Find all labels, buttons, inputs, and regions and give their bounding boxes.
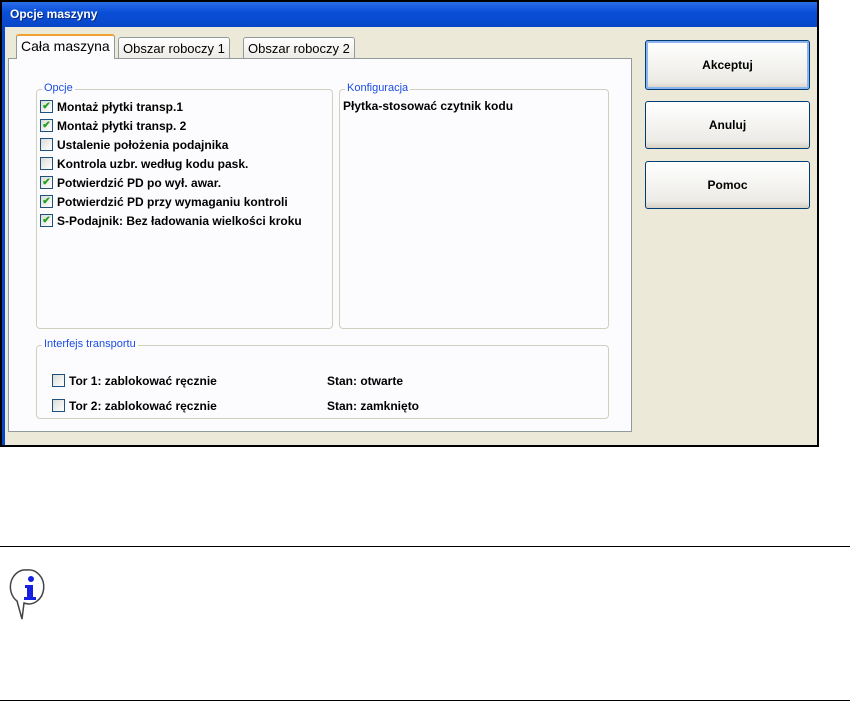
option-checkbox[interactable]: ✔ S-Podajnik: Bez ładowania wielkości kro…: [40, 211, 332, 230]
options-legend: Opcje: [42, 82, 75, 94]
lane-lock-checkbox[interactable]: [52, 374, 65, 387]
lane-status: Stan: zamknięto: [327, 398, 420, 413]
option-checkbox[interactable]: ✔ Montaż płytki transp.1: [40, 97, 332, 116]
divider: [0, 546, 850, 547]
tab-work-area-1[interactable]: Obszar roboczy 1: [118, 37, 230, 58]
lane-row: Tor 1: zablokować ręcznie Stan: otwarte: [52, 368, 419, 393]
option-checkbox[interactable]: Kontrola uzbr. według kodu pask.: [40, 154, 332, 173]
checkbox[interactable]: ✔: [40, 100, 53, 113]
transport-legend: Interfejs transportu: [42, 338, 138, 350]
option-label: Montaż płytki transp. 2: [57, 118, 187, 133]
checkbox[interactable]: [40, 157, 53, 170]
lane-label: Tor 2: zablokować ręcznie: [69, 398, 217, 413]
help-button[interactable]: Pomoc: [645, 161, 810, 209]
lane-status: Stan: otwarte: [327, 373, 404, 388]
option-checkbox[interactable]: ✔ Potwierdzić PD po wył. awar.: [40, 173, 332, 192]
tab-work-area-2[interactable]: Obszar roboczy 2: [243, 37, 355, 58]
configuration-text: Płytka-stosować czytnik kodu: [343, 99, 514, 113]
option-label: Potwierdzić PD przy wymaganiu kontroli: [57, 194, 288, 209]
configuration-group: Konfiguracja Płytka-stosować czytnik kod…: [339, 82, 609, 329]
option-label: Montaż płytki transp.1: [57, 99, 184, 114]
checkbox[interactable]: [40, 138, 53, 151]
option-checkbox[interactable]: ✔ Montaż płytki transp. 2: [40, 116, 332, 135]
lane-lock-checkbox[interactable]: [52, 399, 65, 412]
checkbox[interactable]: ✔: [40, 195, 53, 208]
option-label: Kontrola uzbr. według kodu pask.: [57, 156, 249, 171]
lane-row: Tor 2: zablokować ręcznie Stan: zamknięto: [52, 393, 419, 418]
checkbox[interactable]: ✔: [40, 214, 53, 227]
configuration-legend: Konfiguracja: [345, 82, 411, 94]
checkbox[interactable]: ✔: [40, 176, 53, 189]
option-checkbox[interactable]: ✔ Potwierdzić PD przy wymaganiu kontroli: [40, 192, 332, 211]
tab-whole-machine[interactable]: Cała maszyna: [16, 34, 115, 59]
dialog-title: Opcje maszyny: [2, 2, 817, 27]
transport-interface-group: Interfejs transportu Tor 1: zablokować r…: [36, 338, 609, 419]
option-label: Ustalenie położenia podajnika: [57, 137, 229, 152]
cancel-button[interactable]: Anuluj: [645, 101, 810, 149]
accept-button[interactable]: Akceptuj: [645, 40, 810, 90]
checkbox[interactable]: ✔: [40, 119, 53, 132]
window-border: [2, 27, 5, 445]
option-label: Potwierdzić PD po wył. awar.: [57, 175, 222, 190]
tab-panel: Opcje ✔ Montaż płytki transp.1 ✔ Montaż pły…: [8, 58, 632, 432]
option-checkbox[interactable]: Ustalenie położenia podajnika: [40, 135, 332, 154]
info-icon: [8, 567, 46, 628]
option-label: S-Podajnik: Bez ładowania wielkości krok…: [57, 213, 302, 228]
options-group: Opcje ✔ Montaż płytki transp.1 ✔ Montaż pły…: [36, 82, 333, 329]
lane-label: Tor 1: zablokować ręcznie: [69, 373, 217, 388]
